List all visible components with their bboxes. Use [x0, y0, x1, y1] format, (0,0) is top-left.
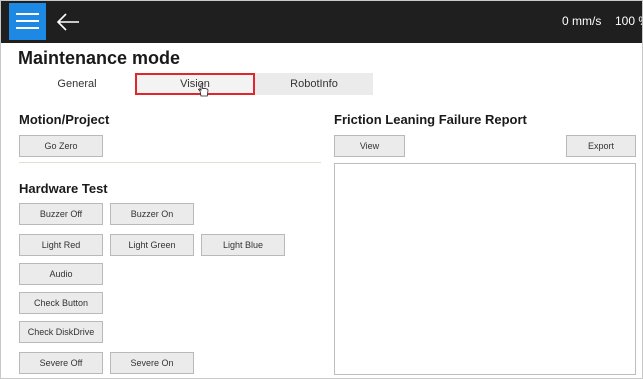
- export-button[interactable]: Export: [566, 135, 636, 157]
- buzzer-on-button[interactable]: Buzzer On: [110, 203, 194, 225]
- tab-robotinfo[interactable]: RobotInfo: [255, 73, 373, 95]
- section-divider: [19, 162, 321, 163]
- hand-cursor-icon: [197, 83, 209, 97]
- friction-report-heading: Friction Leaning Failure Report: [334, 112, 527, 127]
- check-diskdrive-button[interactable]: Check DiskDrive: [19, 321, 103, 343]
- severe-on-button[interactable]: Severe On: [110, 352, 194, 374]
- check-button-button[interactable]: Check Button: [19, 292, 103, 314]
- tab-bar: General Vision RobotInfo: [19, 73, 373, 95]
- menu-icon[interactable]: [9, 3, 46, 40]
- light-green-button[interactable]: Light Green: [110, 234, 194, 256]
- audio-button[interactable]: Audio: [19, 263, 103, 285]
- hardware-test-heading: Hardware Test: [19, 181, 108, 196]
- page-title: Maintenance mode: [18, 48, 181, 68]
- severe-off-button[interactable]: Severe Off: [19, 352, 103, 374]
- motion-project-heading: Motion/Project: [19, 112, 110, 127]
- view-button[interactable]: View: [334, 135, 405, 157]
- tab-vision[interactable]: Vision: [135, 73, 255, 95]
- tab-general[interactable]: General: [19, 73, 135, 95]
- light-blue-button[interactable]: Light Blue: [201, 234, 285, 256]
- maintenance-window: 0 mm/s 100 % Maintenance mode General Vi…: [0, 0, 643, 379]
- top-bar: 0 mm/s 100 %: [1, 1, 642, 43]
- light-red-button[interactable]: Light Red: [19, 234, 103, 256]
- back-arrow-icon[interactable]: [53, 7, 83, 37]
- buzzer-off-button[interactable]: Buzzer Off: [19, 203, 103, 225]
- go-zero-button[interactable]: Go Zero: [19, 135, 103, 157]
- speed-readout: 0 mm/s: [562, 14, 602, 28]
- report-content-area[interactable]: [334, 163, 636, 375]
- speed-percent: 100 %: [615, 14, 642, 28]
